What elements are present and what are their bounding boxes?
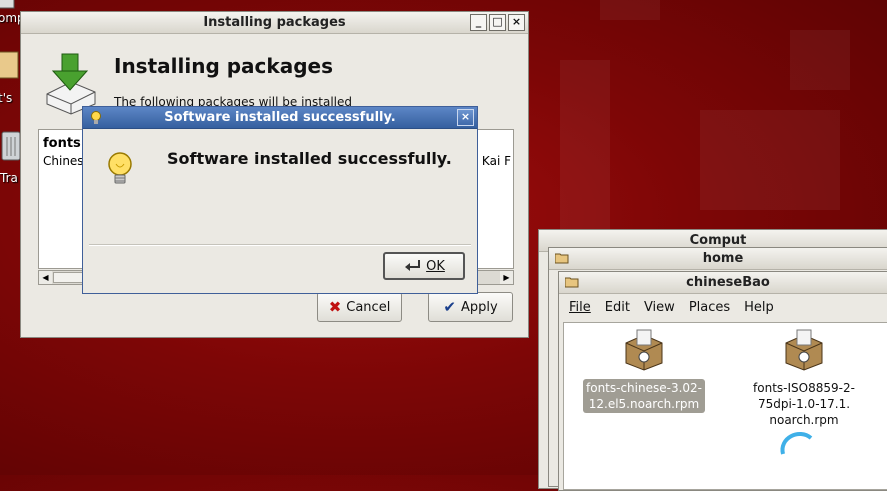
folder-icon xyxy=(555,253,569,264)
desktop-decoration xyxy=(700,110,840,210)
window-titlebar[interactable]: chineseBao xyxy=(559,272,887,294)
menu-help[interactable]: Help xyxy=(744,300,774,315)
lightbulb-icon xyxy=(108,152,132,184)
minimize-button[interactable]: _ xyxy=(470,14,487,31)
scroll-right-icon[interactable]: ▶ xyxy=(500,271,513,284)
file-name: fonts-ISO8859-2- 75dpi-1.0-17.1. noarch.… xyxy=(753,381,855,427)
cancel-button[interactable]: ✖ Cancel xyxy=(317,292,402,322)
package-description: Chines xyxy=(43,154,84,168)
watermark: 运维网 iyunv.com xyxy=(777,424,881,468)
rpm-package-icon xyxy=(785,329,823,371)
ok-button-label: OK xyxy=(426,258,445,274)
menu-edit[interactable]: Edit xyxy=(605,300,630,315)
menu-view[interactable]: View xyxy=(644,300,675,315)
menu-bar: File Edit View Places Help xyxy=(559,295,887,319)
enter-arrow-icon xyxy=(405,260,421,271)
menu-file[interactable]: File xyxy=(569,300,591,315)
package-description-tail: i Kai F xyxy=(474,154,511,168)
scroll-left-icon[interactable]: ◀ xyxy=(39,271,52,284)
desktop-label-trash[interactable]: Tra xyxy=(0,171,18,185)
lightbulb-icon xyxy=(91,111,101,124)
desktop-decoration xyxy=(560,60,610,230)
file-name: fonts-chinese-3.02- 12.el5.noarch.rpm xyxy=(583,379,705,413)
cancel-x-icon: ✖ xyxy=(328,298,342,316)
folder-icon xyxy=(565,277,579,288)
apply-check-icon: ✔ xyxy=(443,298,456,316)
menu-places[interactable]: Places xyxy=(689,300,730,315)
desktop-decoration xyxy=(600,0,660,20)
dialog-title: Software installed successfully. xyxy=(164,110,396,125)
cancel-button-label: Cancel xyxy=(346,299,391,315)
window-title: Comput xyxy=(689,233,747,248)
apply-button-label: Apply xyxy=(460,299,498,315)
file-item[interactable]: fonts-ISO8859-2- 75dpi-1.0-17.1. noarch.… xyxy=(734,329,874,429)
package-name: fonts xyxy=(43,136,81,151)
success-dialog: Software installed successfully. × Softw… xyxy=(82,106,478,294)
computer-icon[interactable] xyxy=(0,0,16,10)
window-title: chineseBao xyxy=(686,275,770,290)
window-titlebar[interactable]: home xyxy=(549,248,887,270)
dialog-close-button[interactable]: × xyxy=(457,109,474,126)
dialog-titlebar[interactable]: Software installed successfully. × xyxy=(83,107,477,129)
window-title: home xyxy=(702,251,744,266)
dialog-separator xyxy=(89,244,471,246)
apply-button[interactable]: ✔ Apply xyxy=(428,292,513,322)
window-titlebar[interactable]: Installing packages _ □ × xyxy=(21,12,528,34)
watermark-logo-icon xyxy=(780,432,813,458)
maximize-button[interactable]: □ xyxy=(489,14,506,31)
ok-button[interactable]: OK xyxy=(383,252,465,280)
file-item[interactable]: fonts-chinese-3.02- 12.el5.noarch.rpm xyxy=(574,329,714,413)
dialog-message: Software installed successfully. xyxy=(167,149,452,168)
window-title: Installing packages xyxy=(203,15,346,30)
home-folder-icon[interactable] xyxy=(0,46,22,80)
page-title: Installing packages xyxy=(114,54,333,78)
watermark-url: iyunv.com xyxy=(815,446,882,461)
desktop-decoration xyxy=(790,30,850,90)
desktop-label-home[interactable]: t's xyxy=(0,91,12,105)
rpm-package-icon xyxy=(625,329,663,371)
close-button[interactable]: × xyxy=(508,14,525,31)
